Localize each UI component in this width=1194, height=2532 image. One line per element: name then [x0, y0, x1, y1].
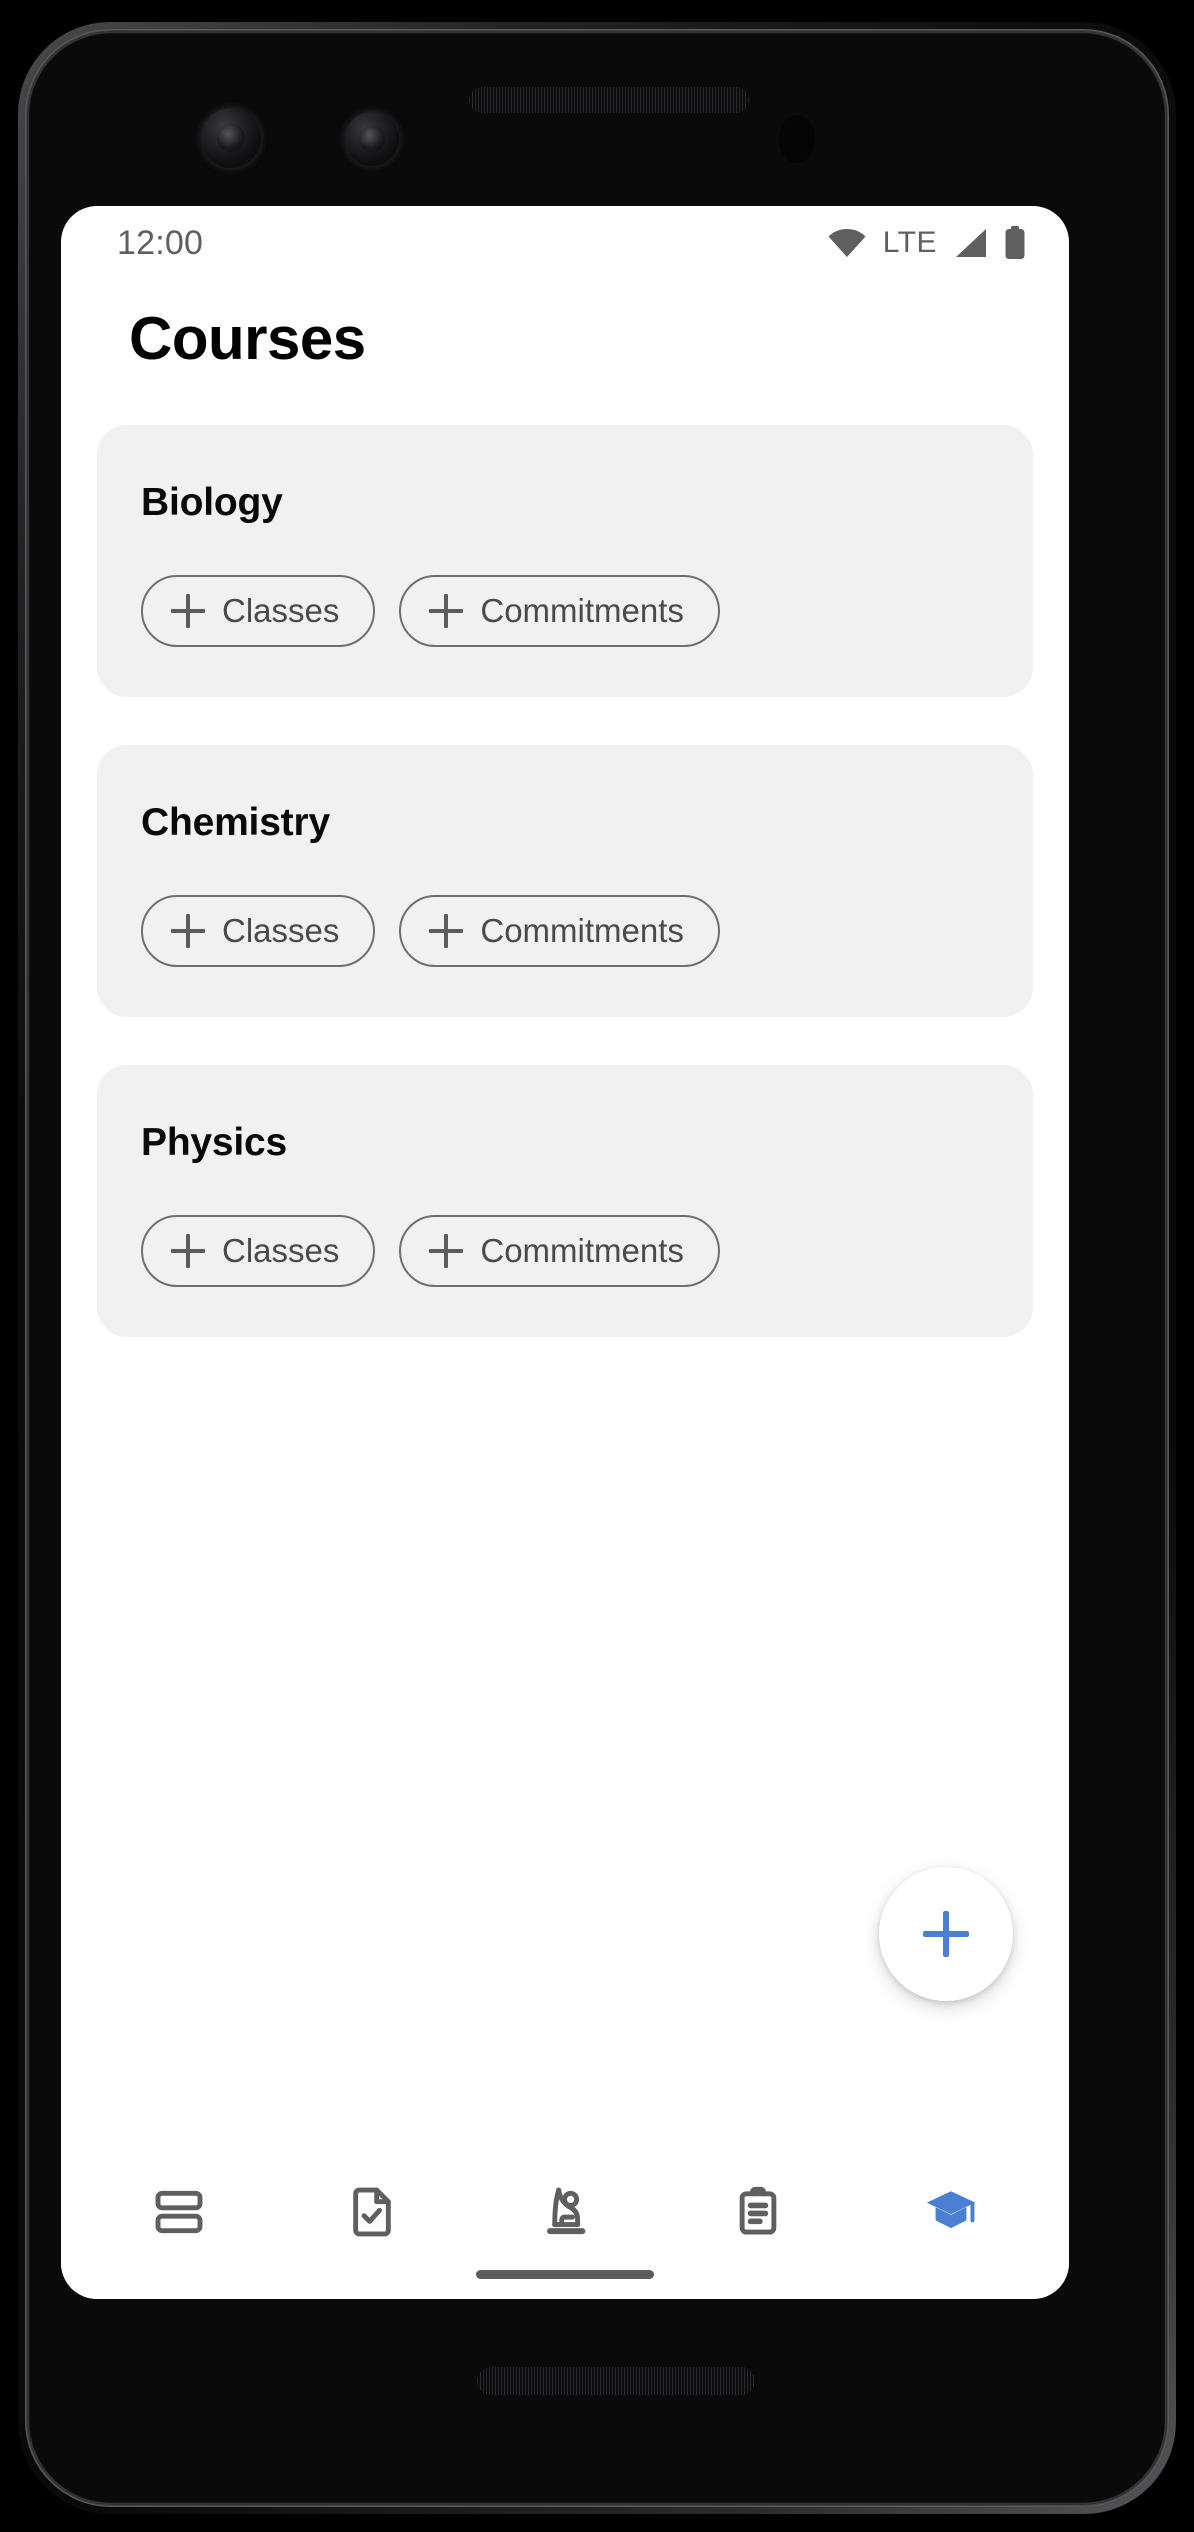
course-action-chips: Classes Commitments: [141, 895, 989, 967]
plus-icon: [171, 914, 205, 948]
add-classes-chip[interactable]: Classes: [141, 895, 376, 967]
network-type-label: LTE: [882, 226, 937, 259]
course-card[interactable]: Physics Classes Commitments: [97, 1065, 1033, 1337]
proximity-sensor: [779, 115, 815, 163]
add-classes-chip[interactable]: Classes: [141, 575, 376, 647]
home-gesture-indicator[interactable]: [476, 2270, 654, 2279]
front-camera-icon: [201, 108, 261, 168]
courses-list: Biology Classes Commitments Chemistry Cl…: [61, 373, 1069, 2149]
earpiece-speaker: [469, 87, 749, 113]
course-card[interactable]: Chemistry Classes Commitments: [97, 745, 1033, 1017]
add-commitments-chip[interactable]: Commitments: [399, 895, 720, 967]
phone-screen: 12:00 LTE Courses Biology Classes Commit…: [61, 206, 1069, 2299]
add-commitments-chip[interactable]: Commitments: [399, 1215, 720, 1287]
chip-label: Commitments: [480, 912, 684, 949]
plus-icon: [429, 1234, 464, 1268]
clipboard-list-icon: [730, 2184, 786, 2240]
chip-label: Classes: [222, 1232, 340, 1269]
dashboard-icon: [151, 2184, 207, 2240]
status-bar-icons: LTE: [828, 226, 1025, 260]
add-commitments-chip[interactable]: Commitments: [399, 575, 720, 647]
nav-item-tasks[interactable]: [698, 2164, 818, 2260]
student-desk-icon: [537, 2184, 593, 2240]
plus-icon: [429, 914, 464, 948]
nav-item-dashboard[interactable]: [119, 2164, 239, 2260]
plus-icon: [171, 1234, 205, 1268]
nav-item-courses[interactable]: [891, 2164, 1011, 2260]
plus-icon: [171, 594, 205, 628]
phone-frame: 12:00 LTE Courses Biology Classes Commit…: [18, 22, 1176, 2514]
page-title: Courses: [129, 305, 366, 372]
document-check-icon: [344, 2184, 400, 2240]
front-camera-secondary-icon: [345, 112, 399, 166]
plus-icon: [429, 594, 464, 628]
add-course-fab[interactable]: [879, 1867, 1013, 2001]
plus-icon: [923, 1911, 969, 1957]
chip-label: Classes: [222, 912, 340, 949]
bottom-speaker-grille: [477, 2367, 755, 2395]
nav-item-assignments[interactable]: [312, 2164, 432, 2260]
battery-icon: [1005, 226, 1025, 260]
course-card[interactable]: Biology Classes Commitments: [97, 425, 1033, 697]
course-title: Physics: [141, 1121, 288, 1164]
chip-label: Commitments: [480, 1232, 684, 1269]
signal-icon: [954, 228, 988, 258]
chip-label: Commitments: [480, 592, 684, 629]
phone-frame-inner: 12:00 LTE Courses Biology Classes Commit…: [25, 29, 1169, 2507]
add-classes-chip[interactable]: Classes: [141, 1215, 376, 1287]
course-action-chips: Classes Commitments: [141, 1215, 989, 1287]
status-bar-clock: 12:00: [117, 223, 204, 262]
chip-label: Classes: [222, 592, 340, 629]
graduation-cap-icon: [923, 2184, 979, 2240]
course-action-chips: Classes Commitments: [141, 575, 989, 647]
nav-item-classes[interactable]: [505, 2164, 625, 2260]
course-title: Biology: [141, 481, 283, 524]
status-bar: 12:00 LTE: [61, 206, 1069, 280]
course-title: Chemistry: [141, 801, 330, 844]
wifi-icon: [828, 228, 866, 258]
